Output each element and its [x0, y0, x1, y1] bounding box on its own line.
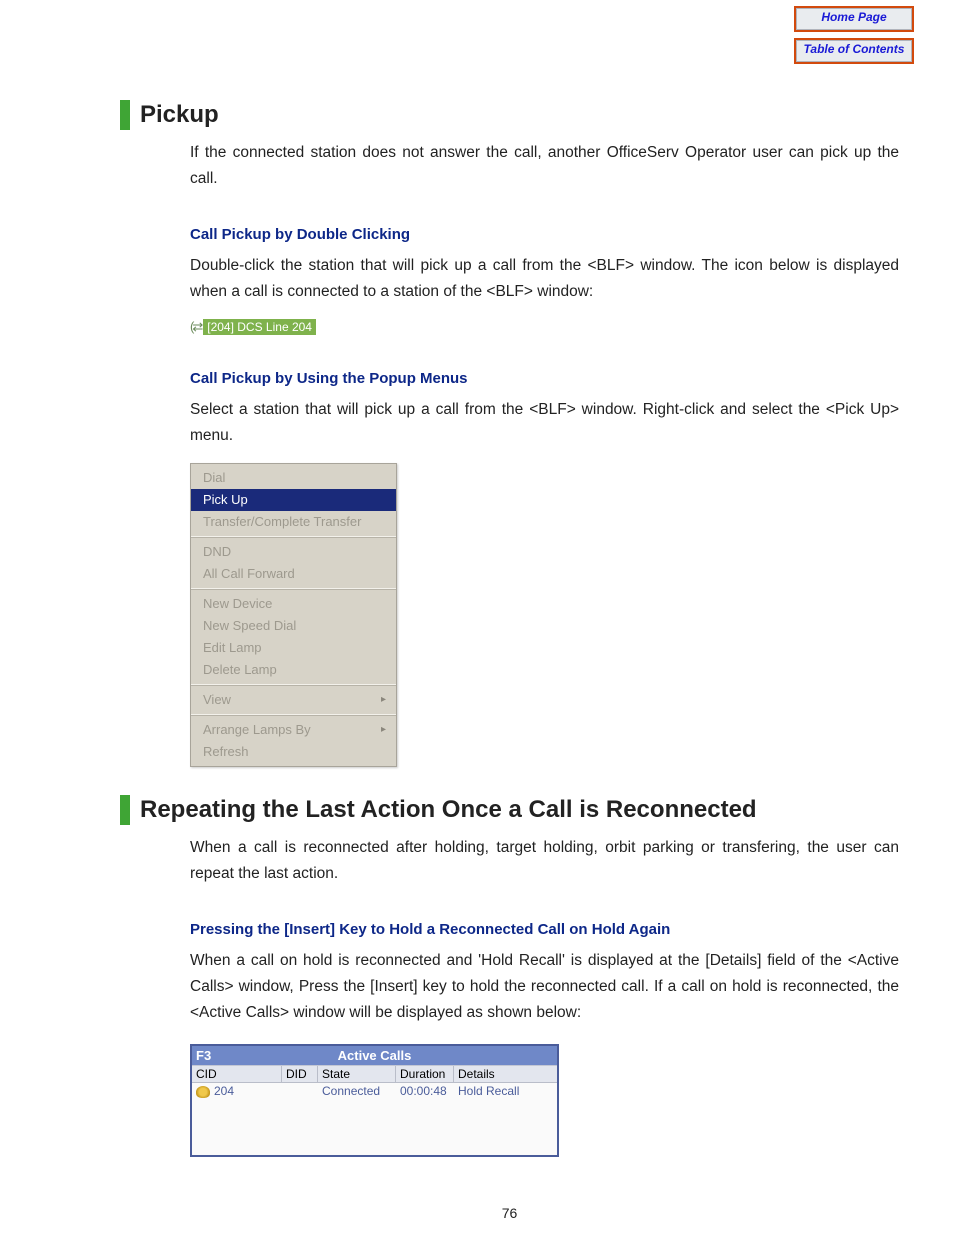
section-heading-repeating: Repeating the Last Action Once a Call is…	[120, 795, 899, 825]
section-title: Repeating the Last Action Once a Call is…	[140, 796, 757, 824]
active-calls-window: F3 Active Calls CID DID State Duration D…	[190, 1044, 559, 1157]
menu-item-all-call-forward[interactable]: All Call Forward	[191, 563, 396, 585]
subheading-text: Select a station that will pick up a cal…	[190, 397, 899, 449]
menu-item-edit-lamp[interactable]: Edit Lamp	[191, 637, 396, 659]
cell-did	[282, 1083, 318, 1100]
menu-item-new-speed-dial[interactable]: New Speed Dial	[191, 615, 396, 637]
page-number: 76	[120, 1205, 899, 1221]
menu-item-view[interactable]: View▸	[191, 689, 396, 711]
blf-station-chip: (⇄ [204] DCS Line 204	[190, 319, 316, 335]
column-header-cid[interactable]: CID	[192, 1066, 282, 1083]
cell-duration: 00:00:48	[396, 1083, 454, 1100]
column-header-state[interactable]: State	[318, 1066, 396, 1083]
menu-item-arrange-lamps-by[interactable]: Arrange Lamps By▸	[191, 719, 396, 741]
subheading-popup-menus: Call Pickup by Using the Popup Menus	[190, 370, 899, 387]
subheading-text: Double-click the station that will pick …	[190, 253, 899, 305]
menu-item-refresh[interactable]: Refresh	[191, 741, 396, 763]
cell-cid-value: 204	[214, 1084, 234, 1099]
menu-item-transfer[interactable]: Transfer/Complete Transfer	[191, 511, 396, 533]
table-row[interactable]: 204 Connected 00:00:48 Hold Recall	[192, 1083, 557, 1100]
table-of-contents-button[interactable]: Table of Contents	[794, 38, 914, 64]
window-title: Active Calls	[338, 1048, 412, 1063]
home-page-button[interactable]: Home Page	[794, 6, 914, 32]
column-header-duration[interactable]: Duration	[396, 1066, 454, 1083]
section-intro: When a call is reconnected after holding…	[190, 835, 899, 887]
active-calls-titlebar: F3 Active Calls	[192, 1046, 557, 1065]
cell-cid: 204	[192, 1083, 282, 1100]
subheading-double-clicking: Call Pickup by Double Clicking	[190, 226, 899, 243]
cell-details: Hold Recall	[454, 1083, 557, 1100]
section-intro: If the connected station does not answer…	[190, 140, 899, 192]
section-title: Pickup	[140, 101, 219, 129]
subheading-text: When a call on hold is reconnected and '…	[190, 948, 899, 1026]
menu-item-dial[interactable]: Dial	[191, 467, 396, 489]
table-header: CID DID State Duration Details	[192, 1065, 557, 1083]
chevron-right-icon: ▸	[381, 721, 386, 739]
section-heading-pickup: Pickup	[120, 100, 899, 130]
shortcut-label: F3	[196, 1048, 211, 1063]
menu-item-pick-up[interactable]: Pick Up	[191, 489, 396, 511]
column-header-details[interactable]: Details	[454, 1066, 557, 1083]
section-marker-icon	[120, 100, 130, 130]
phone-icon	[196, 1086, 210, 1098]
cell-state: Connected	[318, 1083, 396, 1100]
section-marker-icon	[120, 795, 130, 825]
chevron-right-icon: ▸	[381, 691, 386, 709]
context-menu: Dial Pick Up Transfer/Complete Transfer …	[190, 463, 397, 767]
column-header-did[interactable]: DID	[282, 1066, 318, 1083]
menu-item-new-device[interactable]: New Device	[191, 593, 396, 615]
subheading-insert-key: Pressing the [Insert] Key to Hold a Reco…	[190, 921, 899, 938]
handset-icon: (⇄	[190, 319, 201, 335]
menu-item-dnd[interactable]: DND	[191, 541, 396, 563]
menu-item-delete-lamp[interactable]: Delete Lamp	[191, 659, 396, 681]
blf-station-label: [204] DCS Line 204	[203, 319, 316, 335]
